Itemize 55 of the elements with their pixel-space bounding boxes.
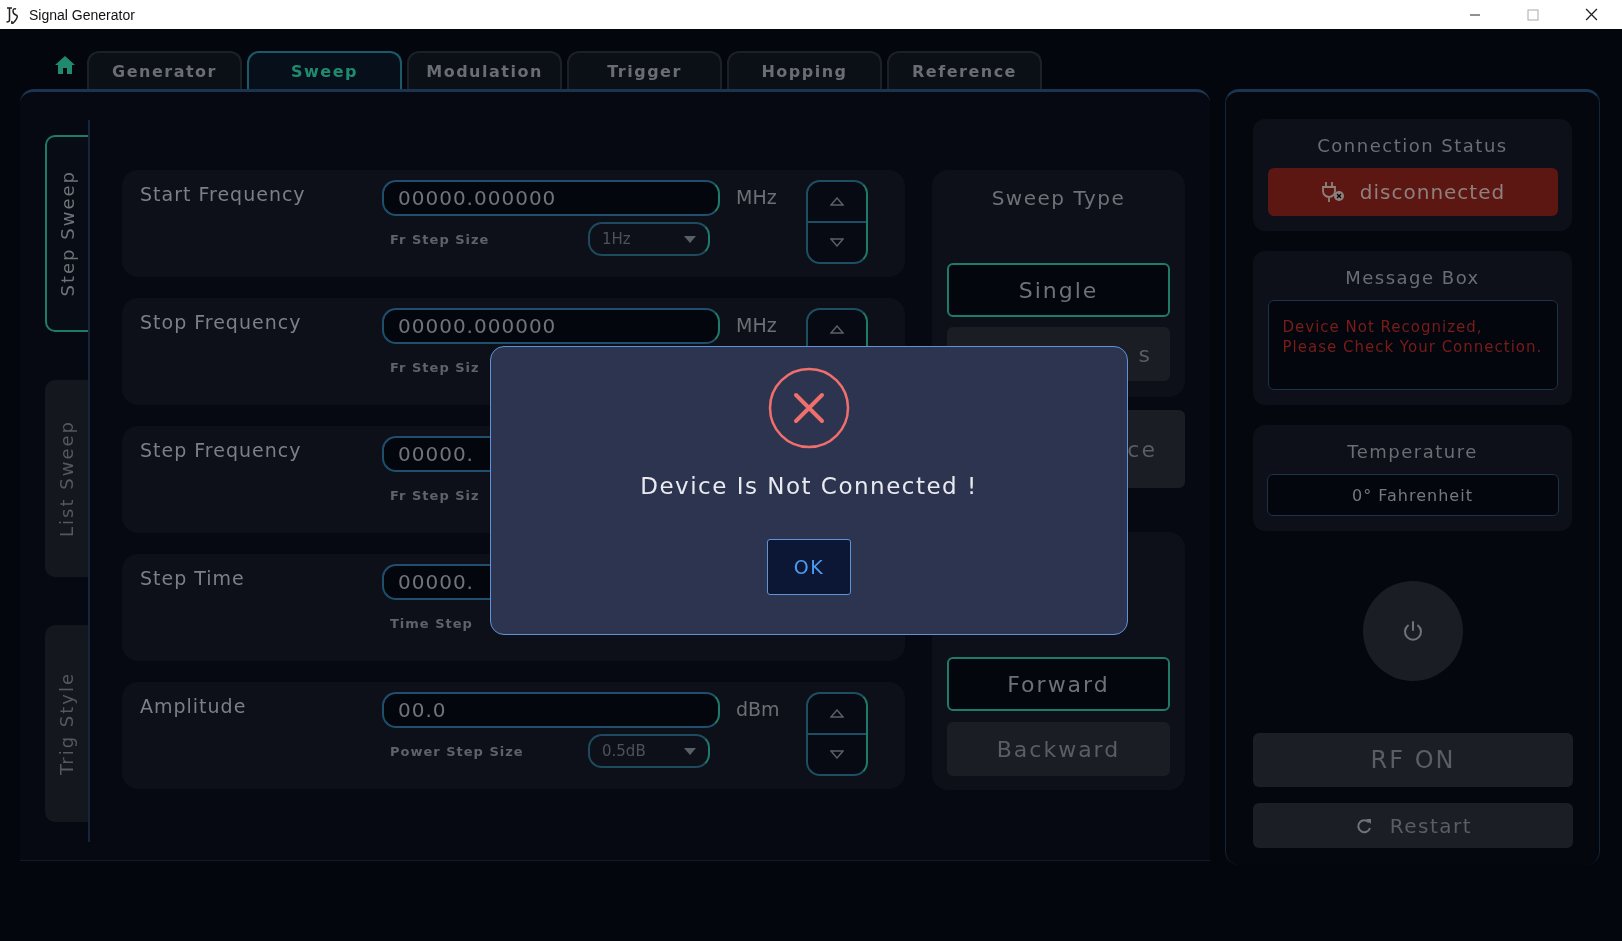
unit-label: MHz [735,313,778,338]
tab[interactable]: Trigger [567,51,722,89]
card-title: Connection Status [1317,135,1508,156]
sweep-type-button[interactable]: Single [947,263,1170,317]
step-size-label: Time Step [390,615,474,631]
maximize-icon[interactable] [1527,8,1539,21]
app-logo-icon [5,5,19,24]
side-tab[interactable]: Step Sweep [45,135,88,332]
error-icon [768,367,850,449]
unit-label: dBm [735,697,781,722]
value-field[interactable]: 00.0 [382,692,720,728]
temperature-field: 0° Fahrenheit [1266,474,1559,516]
card-title: Temperature [1347,441,1478,462]
step-size-dropdown[interactable]: 0.5dB [588,734,710,768]
up-arrow-icon [830,709,844,718]
caret-icon [684,747,696,755]
parameter-label: Stop Frequency [140,310,303,335]
parameter-label: Start Frequency [140,182,307,207]
tab[interactable]: Reference [887,51,1042,89]
caret-icon [684,235,696,243]
step-size-label: Fr Step Siz [390,487,481,503]
rf-on-button[interactable]: RF ON [1253,733,1573,787]
step-size-label: Fr Step Siz [390,359,481,375]
unplugged-icon [1319,180,1346,204]
side-tab[interactable]: Trig Style [45,625,88,822]
close-icon[interactable] [1585,8,1598,21]
step-size-label: Fr Step Size [390,231,491,247]
parameter-label: Step Frequency [140,438,303,463]
up-arrow-icon [830,325,844,334]
unit-label: MHz [735,185,778,210]
parameter-label: Amplitude [140,694,248,719]
down-arrow-icon [830,238,844,247]
window-title: Signal Generator [29,6,135,23]
direction-button[interactable]: Forward [947,657,1170,711]
tab[interactable]: Sweep [247,51,402,89]
card-title: Message Box [1345,267,1480,288]
step-size-label: Power Step Size [390,743,525,759]
direction-button[interactable]: Backward [947,722,1170,776]
up-arrow-icon [830,197,844,206]
parameter-label: Step Time [140,566,246,591]
panel-title: Sweep Type [991,186,1126,212]
down-arrow-icon [830,750,844,759]
message-text: Device Not Recognized, Please Check Your Connection. [1282,318,1543,356]
dialog-message: Device Is Not Connected ! [640,473,978,499]
step-size-dropdown[interactable]: 1Hz [588,222,710,256]
home-icon[interactable] [54,55,76,75]
tab[interactable]: Modulation [407,51,562,89]
tab[interactable]: Generator [87,51,242,89]
value-field[interactable]: 00000.000000 [382,180,720,216]
side-tab[interactable]: List Sweep [45,380,88,577]
status-badge: disconnected [1267,168,1558,216]
value-field[interactable]: 00000.000000 [382,308,720,344]
tab[interactable]: Hopping [727,51,882,89]
restart-button[interactable]: Restart [1253,803,1573,848]
ok-button[interactable]: OK [767,539,851,595]
